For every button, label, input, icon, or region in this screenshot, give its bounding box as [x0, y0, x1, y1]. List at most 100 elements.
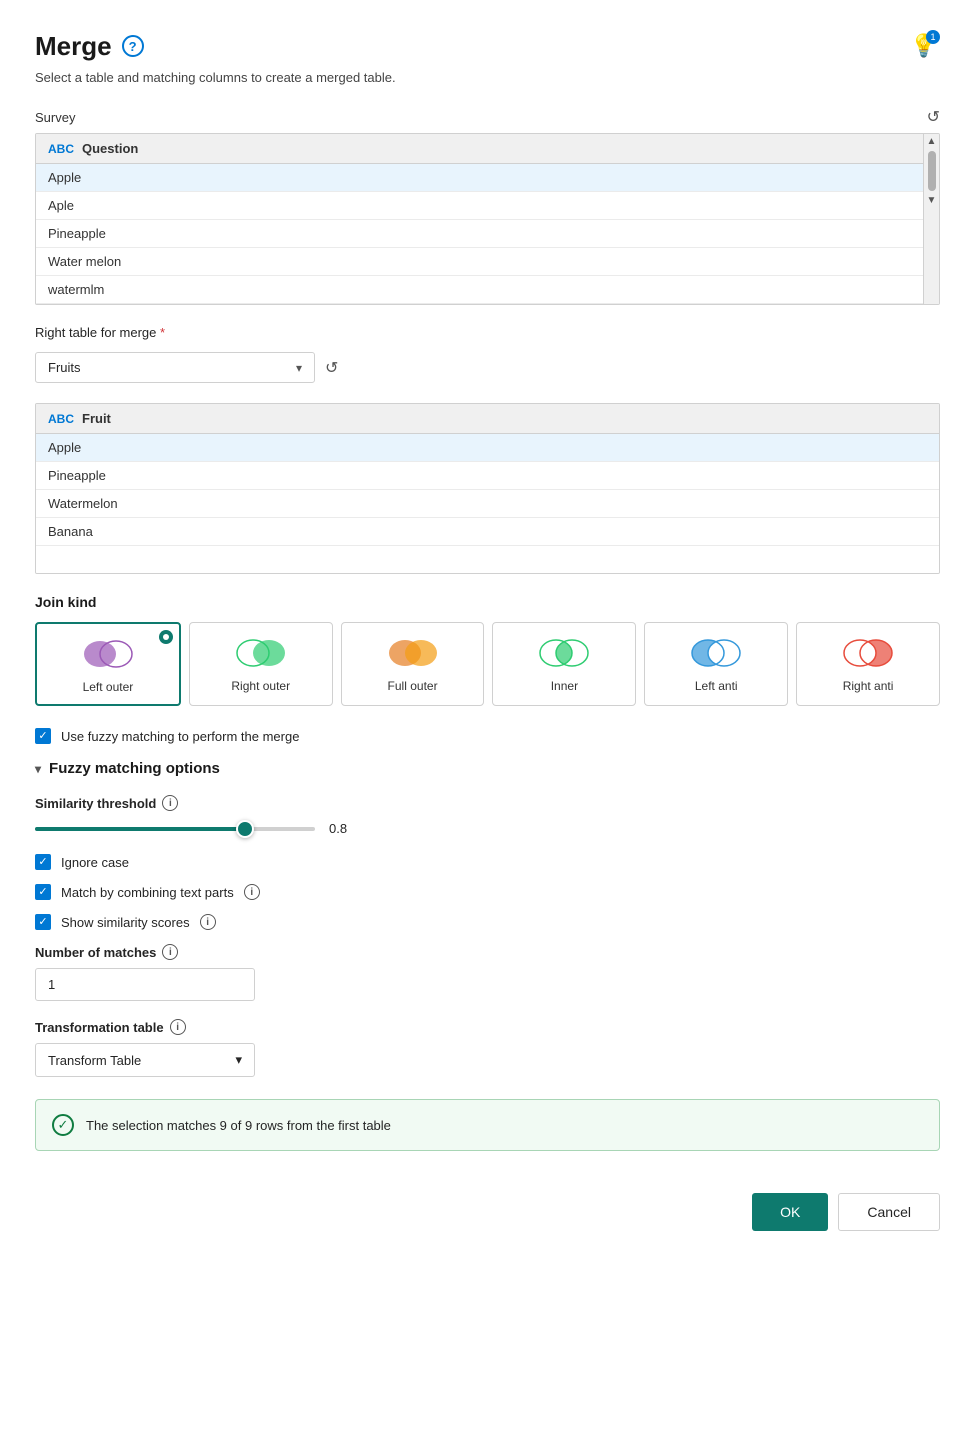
success-message: The selection matches 9 of 9 rows from t… [86, 1118, 391, 1133]
venn-right-outer-icon [235, 635, 287, 671]
left-table-header: ABC Question [36, 134, 939, 164]
scroll-down-arrow[interactable]: ▼ [927, 195, 937, 206]
left-col-name: Question [82, 141, 138, 156]
dialog-title: Merge [35, 31, 112, 62]
join-option-left-anti[interactable]: Left anti [644, 622, 788, 706]
join-icon-left-outer [82, 634, 134, 674]
join-option-right-anti[interactable]: Right anti [796, 622, 940, 706]
right-table-dropdown[interactable]: Fruits ▾ [35, 352, 315, 383]
left-table-refresh-icon[interactable]: ↺ [927, 107, 940, 127]
transformation-table-value: Transform Table [48, 1053, 141, 1068]
table-row[interactable]: Watermelon [36, 490, 939, 518]
similarity-threshold-section: Similarity threshold i 0.8 [35, 795, 940, 836]
table-row-empty [36, 546, 939, 573]
venn-full-outer-icon [387, 635, 439, 671]
match-combining-label: Match by combining text parts [61, 885, 234, 900]
join-option-right-outer[interactable]: Right outer [189, 622, 333, 706]
slider-fill [35, 827, 245, 831]
venn-right-anti-icon [842, 635, 894, 671]
match-combining-row[interactable]: ✓ Match by combining text parts i [35, 884, 940, 900]
lightbulb-badge: 1 [926, 30, 940, 44]
ignore-case-label: Ignore case [61, 855, 129, 870]
join-icon-full-outer [387, 633, 439, 673]
fuzzy-options-section: ▾ Fuzzy matching options Similarity thre… [35, 760, 940, 1077]
fuzzy-checkbox[interactable]: ✓ [35, 728, 51, 744]
join-option-left-outer[interactable]: Left outer [35, 622, 181, 706]
join-option-inner[interactable]: Inner [492, 622, 636, 706]
selected-indicator [159, 630, 173, 644]
chevron-down-icon: ▾ [296, 361, 302, 375]
title-area: Merge ? [35, 31, 144, 62]
table-row[interactable]: Apple [36, 434, 939, 462]
table-row[interactable]: Apple [36, 164, 939, 192]
match-combining-info-icon[interactable]: i [244, 884, 260, 900]
fuzzy-options-title: Fuzzy matching options [49, 760, 220, 777]
join-kind-label: Join kind [35, 594, 940, 610]
lightbulb-icon[interactable]: 💡 1 [908, 30, 940, 62]
table-row[interactable]: Banana [36, 518, 939, 546]
venn-left-outer-icon [82, 636, 134, 672]
right-table-dropdown-row: Fruits ▾ ↺ [35, 352, 940, 383]
left-col-type-icon: ABC [48, 142, 74, 156]
table-row[interactable]: Pineapple [36, 462, 939, 490]
show-similarity-row[interactable]: ✓ Show similarity scores i [35, 914, 940, 930]
scroll-up-arrow[interactable]: ▲ [927, 136, 937, 147]
join-label-left-outer: Left outer [83, 680, 134, 694]
similarity-threshold-label: Similarity threshold [35, 796, 156, 811]
right-col-type-icon: ABC [48, 412, 74, 426]
right-table-dropdown-value: Fruits [48, 360, 81, 375]
ok-button[interactable]: OK [752, 1193, 828, 1231]
ignore-case-checkbox[interactable]: ✓ [35, 854, 51, 870]
join-icon-right-outer [235, 633, 287, 673]
show-similarity-checkbox[interactable]: ✓ [35, 914, 51, 930]
venn-left-anti-icon [690, 635, 742, 671]
cancel-button[interactable]: Cancel [838, 1193, 940, 1231]
help-icon[interactable]: ? [122, 35, 144, 57]
left-table-container: ABC Question Apple Aple Pineapple Water … [35, 133, 940, 305]
number-of-matches-input[interactable] [35, 968, 255, 1001]
join-option-full-outer[interactable]: Full outer [341, 622, 485, 706]
fuzzy-section-header[interactable]: ▾ Fuzzy matching options [35, 760, 940, 777]
slider-label-row: Similarity threshold i [35, 795, 940, 811]
join-icon-inner [538, 633, 590, 673]
number-of-matches-section: Number of matches i [35, 944, 940, 1001]
join-label-right-outer: Right outer [231, 679, 290, 693]
number-of-matches-label: Number of matches [35, 945, 156, 960]
similarity-info-icon[interactable]: i [162, 795, 178, 811]
transform-label-row: Transformation table i [35, 1019, 940, 1035]
show-similarity-label: Show similarity scores [61, 915, 190, 930]
chevron-collapse-icon: ▾ [35, 762, 41, 776]
transformation-table-section: Transformation table i Transform Table ▾ [35, 1019, 940, 1077]
join-icon-left-anti [690, 633, 742, 673]
number-of-matches-info-icon[interactable]: i [162, 944, 178, 960]
similarity-slider-track[interactable] [35, 827, 315, 831]
slider-row: 0.8 [35, 821, 940, 836]
subtitle: Select a table and matching columns to c… [35, 70, 940, 85]
right-table-refresh-icon[interactable]: ↺ [325, 358, 338, 378]
fuzzy-checkbox-label: Use fuzzy matching to perform the merge [61, 729, 299, 744]
transformation-table-label: Transformation table [35, 1020, 164, 1035]
table-row[interactable]: Pineapple [36, 220, 939, 248]
venn-inner-icon [538, 635, 590, 671]
scroll-thumb[interactable] [928, 151, 936, 191]
table-row[interactable]: Aple [36, 192, 939, 220]
ignore-case-row[interactable]: ✓ Ignore case [35, 854, 940, 870]
fuzzy-checkbox-row[interactable]: ✓ Use fuzzy matching to perform the merg… [35, 728, 940, 744]
join-label-inner: Inner [551, 679, 578, 693]
right-col-name: Fruit [82, 411, 111, 426]
table-row[interactable]: watermlm [36, 276, 939, 304]
success-check-icon: ✓ [52, 1114, 74, 1136]
left-table-scrollbar[interactable]: ▲ ▼ [923, 134, 939, 304]
match-combining-checkbox[interactable]: ✓ [35, 884, 51, 900]
chevron-down-icon: ▾ [235, 1052, 242, 1068]
number-of-matches-label-row: Number of matches i [35, 944, 940, 960]
left-table-label: Survey [35, 110, 75, 125]
table-row[interactable]: Water melon [36, 248, 939, 276]
show-similarity-info-icon[interactable]: i [200, 914, 216, 930]
join-icon-right-anti [842, 633, 894, 673]
transform-info-icon[interactable]: i [170, 1019, 186, 1035]
similarity-value: 0.8 [329, 821, 347, 836]
transformation-table-dropdown[interactable]: Transform Table ▾ [35, 1043, 255, 1077]
slider-thumb[interactable] [236, 820, 254, 838]
footer-buttons: OK Cancel [35, 1183, 940, 1231]
